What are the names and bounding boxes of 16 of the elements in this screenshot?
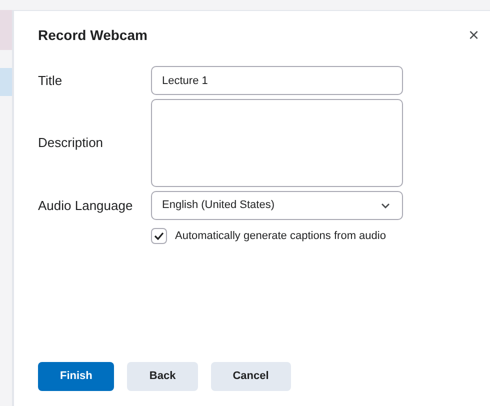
language-select[interactable]: English (United States) — [151, 191, 403, 220]
field-label: Audio Language — [38, 196, 134, 215]
secondary-button[interactable]: Back — [127, 362, 198, 390]
dialog-title: Record Webcam — [38, 26, 148, 44]
captions-label: Automatically generate captions from audio — [175, 229, 386, 244]
captions-checkbox[interactable] — [151, 228, 167, 244]
secondary-button[interactable]: Cancel — [210, 362, 291, 390]
field-label: Description — [38, 134, 104, 152]
description-field[interactable] — [151, 99, 403, 187]
field-label: Title — [38, 72, 64, 90]
close-button[interactable]: × — [465, 26, 482, 44]
title-field[interactable]: Lecture 1 — [151, 66, 403, 95]
checkmark-icon — [154, 232, 164, 240]
primary-button[interactable]: Finish — [38, 362, 114, 390]
background-highlight-strip — [0, 68, 12, 96]
chevron-down-icon — [381, 202, 390, 208]
